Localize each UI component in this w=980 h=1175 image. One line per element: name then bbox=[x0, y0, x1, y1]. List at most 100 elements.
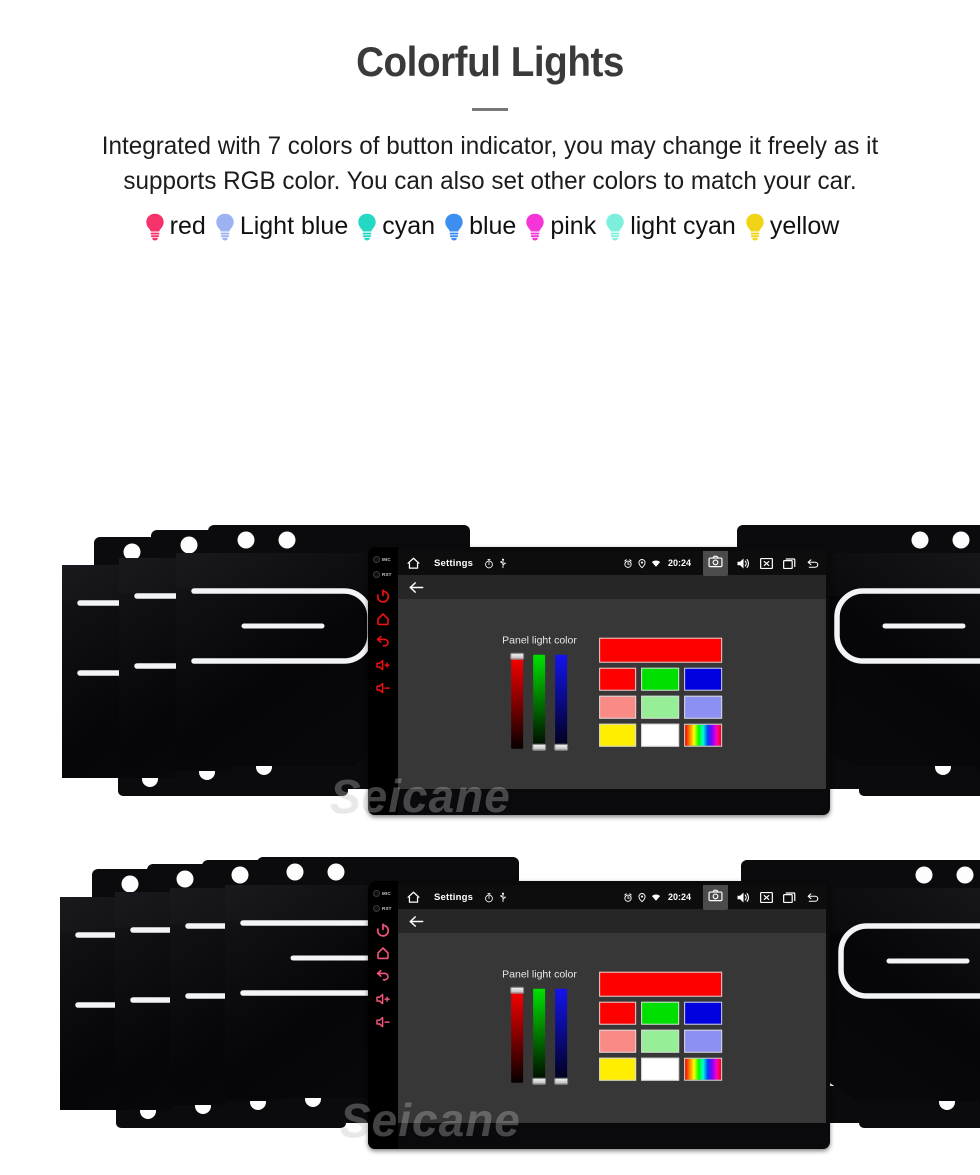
swatch-salmon[interactable] bbox=[599, 695, 637, 718]
home-icon[interactable] bbox=[406, 556, 421, 571]
slider-thumb[interactable] bbox=[511, 653, 525, 660]
swatch-periwinkle[interactable] bbox=[684, 695, 722, 718]
blue-slider[interactable] bbox=[556, 989, 568, 1083]
back-arrow-icon[interactable] bbox=[408, 580, 425, 595]
status-clock: 20:24 bbox=[668, 558, 691, 568]
swatch-yellow[interactable] bbox=[599, 723, 637, 746]
volume-up-button[interactable] bbox=[375, 991, 391, 1007]
usb-icon bbox=[498, 558, 508, 569]
recents-icon[interactable] bbox=[782, 890, 797, 905]
swatch-red[interactable] bbox=[599, 667, 637, 690]
legend-item-label: Light blue bbox=[240, 212, 348, 241]
legend-item-label: light cyan bbox=[630, 212, 736, 241]
swatch-periwinkle[interactable] bbox=[684, 1029, 722, 1052]
bulb-icon bbox=[525, 213, 545, 241]
swatch-green[interactable] bbox=[641, 667, 679, 690]
wifi-icon bbox=[651, 558, 661, 569]
rgb-sliders bbox=[512, 655, 568, 749]
back-button[interactable] bbox=[375, 968, 391, 984]
red-slider[interactable] bbox=[512, 655, 524, 749]
home-icon[interactable] bbox=[406, 890, 421, 905]
port-hole-icon bbox=[373, 905, 380, 912]
slider-thumb[interactable] bbox=[533, 744, 547, 751]
head-unit-bezel: MIC RST Settings 20:24 Pan bbox=[368, 881, 830, 1149]
legend-item-blue: blue bbox=[444, 212, 516, 241]
back-button[interactable] bbox=[375, 634, 391, 650]
recents-icon[interactable] bbox=[782, 556, 797, 571]
legend-item-label: cyan bbox=[382, 212, 435, 241]
volume-icon[interactable] bbox=[736, 890, 751, 905]
swatch-blue[interactable] bbox=[684, 667, 722, 690]
port-hole-icon bbox=[373, 571, 380, 578]
back-icon[interactable] bbox=[805, 556, 820, 571]
back-icon[interactable] bbox=[805, 890, 820, 905]
location-pin-icon bbox=[637, 558, 647, 569]
volume-down-button[interactable] bbox=[375, 680, 391, 696]
settings-content: Panel light color bbox=[398, 933, 826, 1123]
slider-thumb[interactable] bbox=[555, 744, 569, 751]
device-side-panel: MIC RST bbox=[368, 881, 398, 1149]
swatch-red[interactable] bbox=[599, 1001, 637, 1024]
swatch-rainbow[interactable] bbox=[684, 723, 722, 746]
swatch-yellow[interactable] bbox=[599, 1057, 637, 1080]
swatch-blue[interactable] bbox=[684, 1001, 722, 1024]
camera-icon[interactable] bbox=[703, 885, 728, 910]
swatch-lightgreen[interactable] bbox=[641, 1029, 679, 1052]
port-hole-icon bbox=[373, 556, 380, 563]
swatch-rainbow[interactable] bbox=[684, 1057, 722, 1080]
port-label: RST bbox=[382, 906, 392, 911]
legend-item-label: red bbox=[170, 212, 206, 241]
reset-port: RST bbox=[372, 902, 394, 915]
color-preview bbox=[599, 637, 722, 662]
top-row: MIC RST Settings 20:24 Pan bbox=[0, 523, 980, 843]
slider-thumb[interactable] bbox=[511, 987, 525, 994]
swatch-row bbox=[599, 723, 722, 746]
volume-up-button[interactable] bbox=[375, 657, 391, 673]
port-hole-icon bbox=[373, 890, 380, 897]
home-button[interactable] bbox=[375, 945, 391, 961]
location-pin-icon bbox=[637, 892, 647, 903]
screen-title: Settings bbox=[434, 558, 473, 569]
bulb-icon bbox=[605, 213, 625, 241]
alarm-icon bbox=[623, 558, 633, 569]
close-box-icon[interactable] bbox=[759, 556, 774, 571]
red-slider[interactable] bbox=[512, 989, 524, 1083]
volume-icon[interactable] bbox=[736, 556, 751, 571]
swatch-white[interactable] bbox=[641, 723, 679, 746]
legend-item-light-blue: Light blue bbox=[215, 212, 348, 241]
legend-item-pink: pink bbox=[525, 212, 596, 241]
page-title: Colorful Lights bbox=[39, 0, 941, 86]
blue-slider[interactable] bbox=[556, 655, 568, 749]
swatch-row bbox=[599, 695, 722, 718]
camera-icon[interactable] bbox=[703, 551, 728, 576]
legend-item-light-cyan: light cyan bbox=[605, 212, 736, 241]
slider-thumb[interactable] bbox=[555, 1078, 569, 1085]
device-screen: Settings 20:24 Panel light color bbox=[398, 885, 826, 1123]
swatch-white[interactable] bbox=[641, 1057, 679, 1080]
swatch-green[interactable] bbox=[641, 1001, 679, 1024]
slider-thumb[interactable] bbox=[533, 1078, 547, 1085]
status-bar: Settings 20:24 bbox=[398, 885, 826, 909]
port-label: MIC bbox=[382, 557, 391, 562]
mic-port: MIC bbox=[372, 887, 394, 900]
head-unit-bezel: MIC RST Settings 20:24 Pan bbox=[368, 547, 830, 815]
color-legend: red Light blue cyan blue pink light cyan… bbox=[0, 212, 980, 241]
stopwatch-icon bbox=[484, 892, 494, 903]
volume-down-button[interactable] bbox=[375, 1014, 391, 1030]
panel-light-color-label: Panel light color bbox=[502, 969, 577, 981]
green-slider[interactable] bbox=[534, 989, 546, 1083]
wifi-icon bbox=[651, 892, 661, 903]
panel-light-color-dialog: Panel light color bbox=[502, 969, 722, 1083]
rgb-slider-group: Panel light color bbox=[502, 969, 577, 1083]
power-button[interactable] bbox=[375, 922, 391, 938]
bulb-icon bbox=[215, 213, 235, 241]
bottom-row: MIC RST Settings 20:24 Pan bbox=[0, 855, 980, 1175]
home-button[interactable] bbox=[375, 611, 391, 627]
back-arrow-icon[interactable] bbox=[408, 914, 425, 929]
stopwatch-icon bbox=[484, 558, 494, 569]
power-button[interactable] bbox=[375, 588, 391, 604]
swatch-salmon[interactable] bbox=[599, 1029, 637, 1052]
green-slider[interactable] bbox=[534, 655, 546, 749]
swatch-lightgreen[interactable] bbox=[641, 695, 679, 718]
close-box-icon[interactable] bbox=[759, 890, 774, 905]
